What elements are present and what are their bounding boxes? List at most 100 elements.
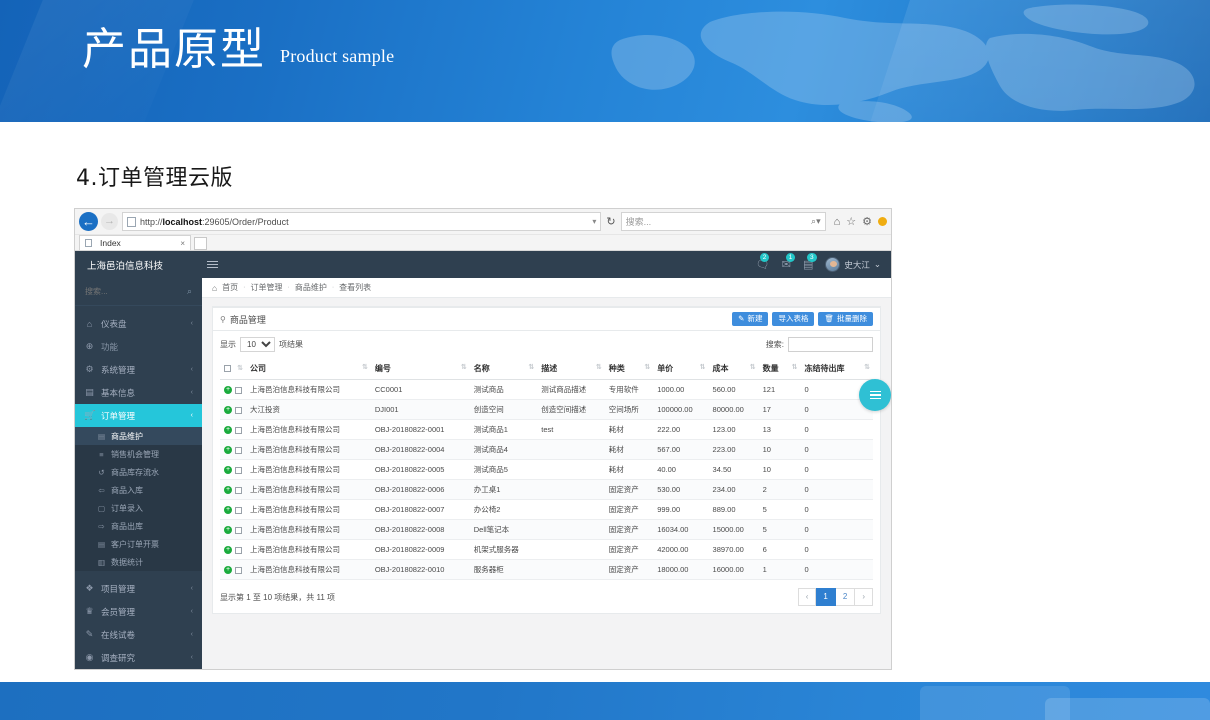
- row-checkbox[interactable]: [235, 566, 242, 574]
- forward-button-icon[interactable]: →: [101, 213, 118, 230]
- add-icon[interactable]: +: [224, 526, 232, 534]
- add-icon[interactable]: +: [224, 566, 232, 574]
- batch-delete-button[interactable]: 🗑 批量删除: [818, 312, 873, 326]
- envelope-icon[interactable]: ✉ 1: [782, 253, 796, 271]
- sidebar-subitem-order-entry[interactable]: ▢ 订单录入: [75, 499, 202, 517]
- add-icon[interactable]: +: [224, 386, 232, 394]
- import-table-button[interactable]: 导入表格: [772, 312, 815, 326]
- row-checkbox[interactable]: [235, 406, 242, 414]
- table-row[interactable]: + 上海邑泊信息科技有限公司 OBJ-20180822-0004 测试商品4 耗材 567…: [220, 439, 873, 460]
- breadcrumb-item-product-maintenance[interactable]: 商品维护: [295, 282, 327, 293]
- table-row[interactable]: + 上海邑泊信息科技有限公司 OBJ-20180822-0005 测试商品5 耗材 40.…: [220, 459, 873, 480]
- row-checkbox[interactable]: [235, 506, 242, 514]
- column-company[interactable]: 公司 ⇅: [246, 358, 371, 380]
- sidebar-item-member-management[interactable]: ♛ 会员管理 ‹: [75, 600, 202, 623]
- sort-icon[interactable]: ⇅: [750, 363, 756, 371]
- sidebar-item-basic-info[interactable]: ▤ 基本信息 ‹: [75, 381, 202, 404]
- table-row[interactable]: + 上海邑泊信息科技有限公司 OBJ-20180822-0009 机架式服务器 固定资产…: [220, 539, 873, 560]
- add-icon[interactable]: +: [224, 506, 232, 514]
- row-checkbox[interactable]: [235, 546, 242, 554]
- settings-gear-icon[interactable]: ⚙: [862, 215, 872, 228]
- row-checkbox[interactable]: [235, 526, 242, 534]
- sort-icon[interactable]: ⇅: [461, 363, 467, 371]
- table-row[interactable]: + 上海邑泊信息科技有限公司 OBJ-20180822-0007 办公椅2 固定资产 99…: [220, 499, 873, 520]
- sidebar-search-input[interactable]: [85, 287, 170, 296]
- row-actions[interactable]: +: [220, 419, 246, 440]
- sidebar-subitem-customer-invoice[interactable]: ▤ 客户订单开票: [75, 535, 202, 553]
- table-row[interactable]: + 上海邑泊信息科技有限公司 CC0001 测试商品 测试商品描述 专用软件 1000.00…: [220, 379, 873, 400]
- table-row[interactable]: + 大江投资 DJI001 创造空间 创造空间描述 空间场所 100000.00 80000.…: [220, 399, 873, 420]
- sort-icon[interactable]: ⇅: [362, 363, 368, 371]
- menu-toggle-icon[interactable]: [207, 261, 218, 268]
- address-bar[interactable]: http://localhost:29605/Order/Product ▾: [122, 212, 602, 231]
- pagination-arrow[interactable]: ‹: [797, 588, 817, 606]
- add-icon[interactable]: +: [224, 426, 232, 434]
- new-button[interactable]: ✎ 新建: [732, 312, 769, 326]
- column-quantity[interactable]: 数量 ⇅: [758, 358, 801, 380]
- sidebar-item-dashboard[interactable]: ⌂ 仪表盘 ‹: [75, 312, 202, 335]
- sidebar-search[interactable]: ⌕: [75, 278, 202, 306]
- browser-tab-index[interactable]: Index ×: [79, 235, 191, 250]
- row-actions[interactable]: +: [220, 539, 246, 560]
- sidebar-item-project-management[interactable]: ❖ 项目管理 ‹: [75, 577, 202, 600]
- sort-icon[interactable]: ⇅: [237, 364, 243, 372]
- sort-icon[interactable]: ⇅: [596, 363, 602, 371]
- new-tab-button[interactable]: [194, 237, 207, 250]
- sidebar-subitem-product-maintenance[interactable]: ▤ 商品维护: [75, 427, 202, 445]
- user-menu[interactable]: 史大江 ⌄: [825, 257, 881, 272]
- comment-icon[interactable]: 🗨 2: [756, 253, 770, 271]
- row-actions[interactable]: +: [220, 499, 246, 520]
- column-price[interactable]: 单价 ⇅: [653, 358, 709, 380]
- browser-search-caret[interactable]: ▾: [816, 216, 821, 226]
- sidebar-subitem-inventory-flow[interactable]: ↺ 商品库存流水: [75, 463, 202, 481]
- add-icon[interactable]: +: [224, 546, 232, 554]
- sort-icon[interactable]: ⇅: [792, 363, 798, 371]
- column-description[interactable]: 描述 ⇅: [537, 358, 605, 380]
- row-checkbox[interactable]: [235, 426, 242, 434]
- sort-icon[interactable]: ⇅: [864, 363, 870, 371]
- address-dropdown-icon[interactable]: ▾: [592, 217, 596, 226]
- sidebar-subitem-data-statistics[interactable]: ▥ 数据统计: [75, 553, 202, 571]
- column-cost[interactable]: 成本 ⇅: [708, 358, 759, 380]
- sort-icon[interactable]: ⇅: [644, 363, 650, 371]
- row-checkbox[interactable]: [235, 386, 242, 394]
- page-length-select[interactable]: 10: [240, 337, 275, 352]
- row-checkbox[interactable]: [235, 486, 242, 494]
- back-button-icon[interactable]: ←: [79, 212, 98, 231]
- sidebar-item-survey-research[interactable]: ◉ 调查研究 ‹: [75, 646, 202, 669]
- add-icon[interactable]: +: [224, 446, 232, 454]
- add-icon[interactable]: +: [224, 466, 232, 474]
- column-frozen[interactable]: 冻结待出库 ⇅: [800, 358, 873, 380]
- navbar-brand[interactable]: 上海邑泊信息科技: [75, 258, 202, 272]
- floating-menu-button[interactable]: [859, 379, 891, 411]
- row-actions[interactable]: +: [220, 559, 246, 580]
- column-name[interactable]: 名称 ⇅: [469, 358, 538, 380]
- sidebar-item-features[interactable]: ⊕ 功能: [75, 335, 202, 358]
- row-actions[interactable]: +: [220, 379, 246, 400]
- table-row[interactable]: + 上海邑泊信息科技有限公司 OBJ-20180822-0006 办工桌1 固定资产 53…: [220, 479, 873, 500]
- column-select-all[interactable]: ⇅: [220, 358, 246, 380]
- sidebar-item-system-management[interactable]: ⚙ 系统管理 ‹: [75, 358, 202, 381]
- home-icon[interactable]: ⌂: [834, 216, 841, 228]
- sidebar-subitem-goods-inbound[interactable]: ⇦ 商品入库: [75, 481, 202, 499]
- row-actions[interactable]: +: [220, 459, 246, 480]
- table-search-input[interactable]: [788, 337, 873, 352]
- table-row[interactable]: + 上海邑泊信息科技有限公司 OBJ-20180822-0010 服务器柜 固定资产 18…: [220, 559, 873, 580]
- favorites-star-icon[interactable]: ☆: [846, 215, 856, 228]
- table-row[interactable]: + 上海邑泊信息科技有限公司 OBJ-20180822-0001 测试商品1 test 耗…: [220, 419, 873, 440]
- breadcrumb-item-order-management[interactable]: 订单管理: [250, 282, 282, 293]
- row-actions[interactable]: +: [220, 439, 246, 460]
- row-checkbox[interactable]: [235, 466, 242, 474]
- table-row[interactable]: + 上海邑泊信息科技有限公司 OBJ-20180822-0008 Dell笔记本 固定资…: [220, 519, 873, 540]
- column-kind[interactable]: 种类 ⇅: [604, 358, 654, 380]
- sidebar-item-order-management[interactable]: 🛒 订单管理 ‹: [75, 404, 202, 427]
- tasks-icon[interactable]: ▤ 3: [803, 253, 817, 271]
- breadcrumb-item-home[interactable]: 首页: [222, 282, 238, 293]
- browser-search-box[interactable]: 搜索... ⌕▾: [620, 212, 826, 231]
- pagination-arrow[interactable]: ›: [855, 588, 873, 606]
- row-actions[interactable]: +: [220, 399, 246, 420]
- tab-close-icon[interactable]: ×: [180, 239, 185, 248]
- add-icon[interactable]: +: [224, 486, 232, 494]
- row-checkbox[interactable]: [235, 446, 242, 454]
- sidebar-item-online-exam[interactable]: ✎ 在线试卷 ‹: [75, 623, 202, 646]
